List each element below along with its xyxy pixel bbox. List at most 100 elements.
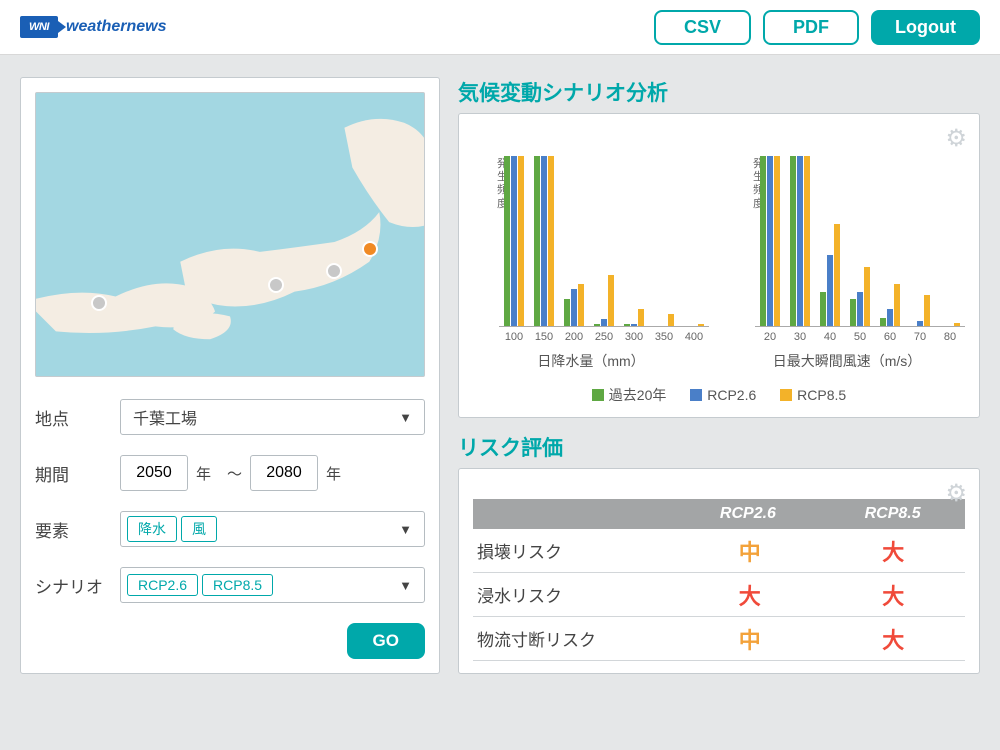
control-panel: 地点 千葉工場 期間 年 〜 年 要素 降水 風 シナリオ xyxy=(20,77,440,674)
bar xyxy=(924,295,930,326)
logo-text: weathernews xyxy=(66,18,166,36)
bar xyxy=(774,156,780,326)
logo: WNI weathernews xyxy=(20,16,166,38)
bar xyxy=(887,309,893,326)
x-tick: 250 xyxy=(589,327,619,343)
x-axis-label: 日降水量（mm） xyxy=(473,351,709,371)
map-marker-selected[interactable] xyxy=(362,241,378,257)
bar xyxy=(834,224,840,326)
gear-icon[interactable]: ⚙ xyxy=(945,479,967,508)
element-select[interactable]: 降水 風 xyxy=(120,511,425,547)
bar xyxy=(797,156,803,326)
risk-value: 大 xyxy=(678,579,822,611)
risk-row: 損壊リスク中大 xyxy=(473,529,965,573)
risk-value: 大 xyxy=(821,623,965,655)
risk-label: 物流寸断リスク xyxy=(473,626,678,651)
year-suffix: 年 xyxy=(326,463,341,484)
analysis-title: 気候変動シナリオ分析 xyxy=(458,77,980,107)
bar xyxy=(631,324,637,326)
bar xyxy=(511,156,517,326)
map[interactable] xyxy=(35,92,425,377)
x-tick: 200 xyxy=(559,327,589,343)
bar xyxy=(767,156,773,326)
x-tick: 40 xyxy=(815,327,845,343)
bar xyxy=(820,292,826,326)
logout-button[interactable]: Logout xyxy=(871,10,980,45)
bar xyxy=(534,156,540,326)
map-marker[interactable] xyxy=(326,263,342,279)
risk-label: 浸水リスク xyxy=(473,582,678,607)
bar xyxy=(608,275,614,326)
bar xyxy=(790,156,796,326)
scenario-select[interactable]: RCP2.6 RCP8.5 xyxy=(120,567,425,603)
location-select[interactable]: 千葉工場 xyxy=(120,399,425,435)
bar xyxy=(594,324,600,326)
bar xyxy=(917,321,923,326)
risk-card: ⚙ RCP2.6 RCP8.5 損壊リスク中大浸水リスク大大物流寸断リスク中大 xyxy=(458,468,980,674)
bar-chart: 発生頻度100150200250300350400日降水量（mm） xyxy=(473,126,709,371)
bar xyxy=(954,323,960,326)
bar xyxy=(518,156,524,326)
bar xyxy=(638,309,644,326)
map-marker[interactable] xyxy=(91,295,107,311)
risk-value: 大 xyxy=(821,535,965,567)
year-to-input[interactable] xyxy=(250,455,318,491)
bar xyxy=(668,314,674,326)
x-tick: 60 xyxy=(875,327,905,343)
x-tick: 300 xyxy=(619,327,649,343)
x-tick: 100 xyxy=(499,327,529,343)
bar xyxy=(864,267,870,327)
risk-table-head: RCP2.6 RCP8.5 xyxy=(473,499,965,529)
x-axis-label: 日最大瞬間風速（m/s） xyxy=(729,351,965,371)
risk-value: 大 xyxy=(821,579,965,611)
bar xyxy=(541,156,547,326)
year-from-input[interactable] xyxy=(120,455,188,491)
logo-mark: WNI xyxy=(20,16,58,38)
analysis-card: ⚙ 発生頻度100150200250300350400日降水量（mm）発生頻度2… xyxy=(458,113,980,418)
x-tick: 400 xyxy=(679,327,709,343)
bar xyxy=(760,156,766,326)
bar xyxy=(601,319,607,326)
map-marker[interactable] xyxy=(268,277,284,293)
risk-value: 中 xyxy=(678,535,822,567)
bar xyxy=(894,284,900,327)
chart-legend: 過去20年 RCP2.6 RCP8.5 xyxy=(473,385,965,405)
scenario-tag: RCP2.6 xyxy=(127,574,198,596)
bar xyxy=(578,284,584,327)
csv-button[interactable]: CSV xyxy=(654,10,751,45)
risk-label: 損壊リスク xyxy=(473,538,678,563)
bar xyxy=(698,324,704,326)
year-suffix: 年 xyxy=(196,463,211,484)
bar-chart: 発生頻度20304050607080日最大瞬間風速（m/s） xyxy=(729,126,965,371)
bar xyxy=(857,292,863,326)
x-tick: 20 xyxy=(755,327,785,343)
x-tick: 150 xyxy=(529,327,559,343)
range-separator: 〜 xyxy=(227,463,242,484)
x-tick: 50 xyxy=(845,327,875,343)
header: WNI weathernews CSV PDF Logout xyxy=(0,0,1000,55)
go-button[interactable]: GO xyxy=(347,623,425,659)
bar xyxy=(880,318,886,327)
element-label: 要素 xyxy=(35,517,120,542)
bar xyxy=(624,324,630,326)
bar xyxy=(548,156,554,326)
scenario-tag: RCP8.5 xyxy=(202,574,273,596)
pdf-button[interactable]: PDF xyxy=(763,10,859,45)
x-tick: 70 xyxy=(905,327,935,343)
bar xyxy=(504,156,510,326)
risk-row: 浸水リスク大大 xyxy=(473,573,965,617)
x-tick: 30 xyxy=(785,327,815,343)
bar xyxy=(827,255,833,326)
bar xyxy=(564,299,570,326)
risk-row: 物流寸断リスク中大 xyxy=(473,617,965,661)
period-label: 期間 xyxy=(35,461,120,486)
location-label: 地点 xyxy=(35,405,120,430)
bar xyxy=(804,156,810,326)
element-tag: 降水 xyxy=(127,516,177,542)
element-tag: 風 xyxy=(181,516,217,542)
scenario-label: シナリオ xyxy=(35,573,120,598)
x-tick: 350 xyxy=(649,327,679,343)
x-tick: 80 xyxy=(935,327,965,343)
bar xyxy=(571,289,577,326)
risk-value: 中 xyxy=(678,623,822,655)
